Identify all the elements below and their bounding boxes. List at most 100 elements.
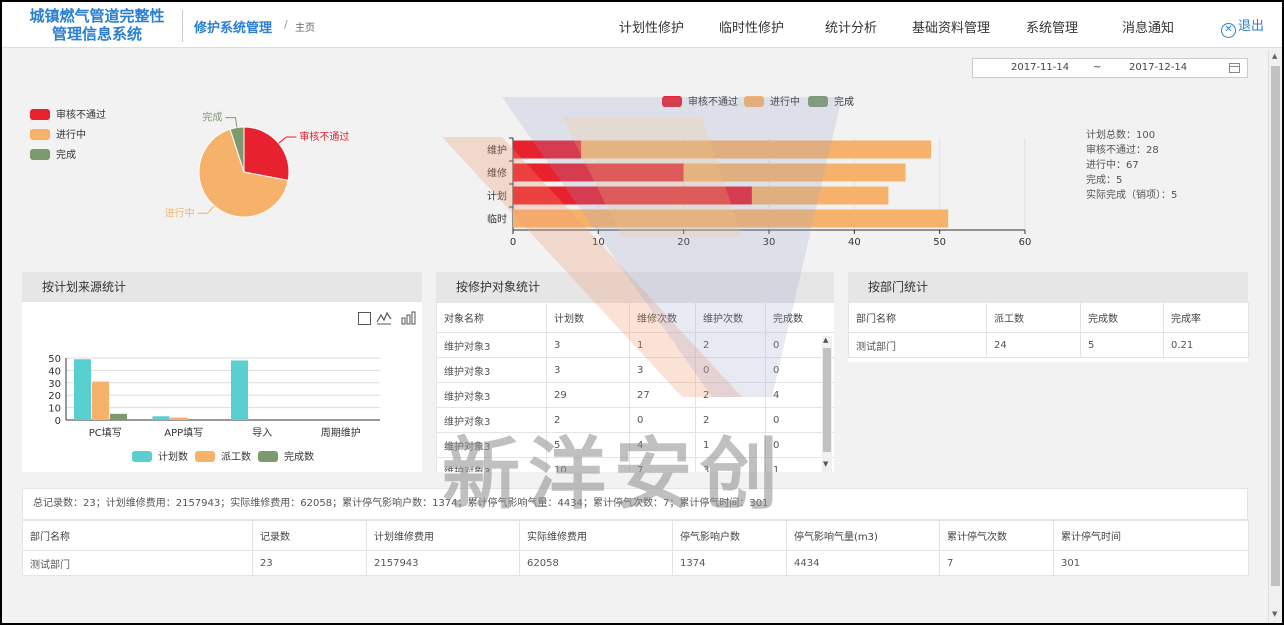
nav-notifications[interactable]: 消息通知 [1122,17,1174,36]
panel-by-department: 按部门统计 部门名称 派工数 完成数 完成率 测试部门 24 5 0.21 [848,272,1249,362]
table-body: 测试部门 23 2157943 62058 1374 4434 7 301 [22,550,1249,576]
column-header: 派工数 [986,302,1081,333]
table-cell: 2 [695,382,766,408]
pie-label-line [197,205,215,214]
dept-cost-table: 部门名称 记录数 计划维修费用 实际维修费用 停气影响户数 停气影响气量(m3) 累计停气次… [22,520,1249,576]
nav-system-admin[interactable]: 系统管理 [1026,17,1078,36]
column-header: 完成数 [1080,302,1164,333]
scroll-up-arrow-icon[interactable]: ▲ [1272,52,1277,60]
app-window: 城镇燃气管道完整性 管理信息系统 修护系统管理 / 主页 计划性修护 临时性修护… [2,2,1282,623]
calendar-icon[interactable] [1229,63,1240,73]
table-cell: 29 [546,382,630,408]
table-row[interactable]: 维护对象3 3 1 2 0 [436,332,834,358]
pie-legend-in-progress[interactable]: 进行中 [30,126,86,141]
source-legend-completed[interactable]: 完成数 [258,448,314,463]
table-header-row: 部门名称 记录数 计划维修费用 实际维修费用 停气影响户数 停气影响气量(m3) 累计停气次… [22,520,1249,551]
table-cell: 3 [695,457,766,472]
table-cell: 2157943 [366,550,520,576]
bar-chart-icon[interactable] [400,311,416,326]
app-title: 城镇燃气管道完整性 管理信息系统 [12,7,182,43]
pie-label: 完成 [202,111,222,124]
source-legend-planned[interactable]: 计划数 [132,448,188,463]
y-tick-label: 0 [55,416,61,427]
page-scroll-thumb[interactable] [1271,66,1280,586]
table-cell: 0 [629,407,696,433]
pie-legend-done[interactable]: 完成 [30,146,76,161]
legend-label: 完成 [834,97,854,108]
table-body: 测试部门 24 5 0.21 [848,332,1249,358]
table-row[interactable]: 维护对象3 3 3 0 0 [436,357,834,383]
scroll-down-arrow-icon[interactable]: ▼ [823,460,828,468]
table-cell: 维护对象3 [436,382,547,408]
table-cell: 4 [629,432,696,458]
nav-basic-data[interactable]: 基础资料管理 [912,17,990,36]
line-chart-icon[interactable] [376,311,392,326]
table-cell: 24 [986,332,1081,358]
table-cell: 3 [546,357,630,383]
logout-label: 退出 [1238,19,1265,34]
x-tick-label: 30 [763,237,776,248]
scroll-thumb[interactable] [823,348,831,452]
logout-button[interactable]: ✕ 退出 [1221,15,1264,38]
nav-statistics[interactable]: 统计分析 [825,17,877,36]
y-tick-label: 临时 [487,213,507,226]
legend-swatch [744,96,764,107]
column-header: 实际维修费用 [519,520,673,551]
x-tick-label: 10 [592,237,605,248]
legend-swatch [808,96,828,107]
source-legend-dispatched[interactable]: 派工数 [195,448,251,463]
module-title[interactable]: 修护系统管理 [194,17,272,36]
table-row[interactable]: 维护对象3 2 0 2 0 [436,407,834,433]
table-cell: 62058 [519,550,673,576]
table-row[interactable]: 测试部门 24 5 0.21 [848,332,1249,358]
bar [152,416,170,420]
panel-title: 按部门统计 [848,272,1248,302]
column-header: 完成率 [1163,302,1249,333]
table-row[interactable]: 维护对象3 29 27 2 4 [436,382,834,408]
x-tick-label: PC填写 [89,426,122,439]
nav-planned-repair[interactable]: 计划性修护 [619,17,684,36]
stat-done: 完成：5 [1086,175,1123,186]
column-header: 部门名称 [22,520,253,551]
table-cell: 维护对象3 [436,357,547,383]
date-end: 2017-12-14 [1129,62,1188,73]
table-cell: 2 [695,407,766,433]
nav-temporary-repair[interactable]: 临时性修护 [719,17,784,36]
table-cell: 维护对象3 [436,432,547,458]
scroll-up-arrow-icon[interactable]: ▲ [823,336,828,344]
object-table-scrollbar[interactable]: ▲ ▼ [822,336,832,472]
table-cell: 1 [629,332,696,358]
scroll-down-arrow-icon[interactable]: ▼ [1272,610,1277,618]
date-range-picker[interactable]: 2017-11-14 ~ 2017-12-14 [972,58,1248,78]
bar-legend-rejected[interactable]: 审核不通过 [662,93,738,108]
table-row[interactable]: 测试部门 23 2157943 62058 1374 4434 7 301 [22,550,1249,576]
column-header: 完成数 [765,302,834,333]
table-cell: 5 [1080,332,1164,358]
legend-swatch [662,96,682,107]
pie-legend-rejected[interactable]: 审核不通过 [30,106,106,121]
document-icon[interactable] [358,312,371,325]
status-pie-chart: 审核不通过进行中 完成 [165,111,350,220]
bar-legend-in-progress[interactable]: 进行中 [744,93,800,108]
object-table-wrapper[interactable]: 对象名称 计划数 维修次数 维护次数 完成数 维护对象3 3 1 2 0 维护对象3 3 3 0 0 维护对… [436,302,834,472]
table-cell: 维护对象3 [436,407,547,433]
table-cell: 4434 [786,550,940,576]
y-tick-label: 计划 [487,190,507,203]
table-cell: 5 [546,432,630,458]
panel-title: 按修护对象统计 [436,272,834,302]
table-cell: 2 [546,407,630,433]
y-tick-label: 维护 [487,144,507,157]
table-cell: 测试部门 [848,332,987,358]
page-scrollbar[interactable]: ▲ ▼ [1268,50,1282,623]
header-divider [182,10,183,42]
legend-swatch [132,451,152,462]
table-row[interactable]: 维护对象3 5 4 1 0 [436,432,834,458]
pie-label-line [278,136,297,144]
column-header: 停气影响户数 [672,520,787,551]
y-tick-label: 10 [48,404,61,415]
bar-legend-done[interactable]: 完成 [808,93,854,108]
y-tick-label: 40 [48,366,61,377]
table-row[interactable]: 维护对象3 10 7 3 1 [436,457,834,472]
breadcrumb[interactable]: 主页 [295,19,315,34]
table-cell: 10 [546,457,630,472]
